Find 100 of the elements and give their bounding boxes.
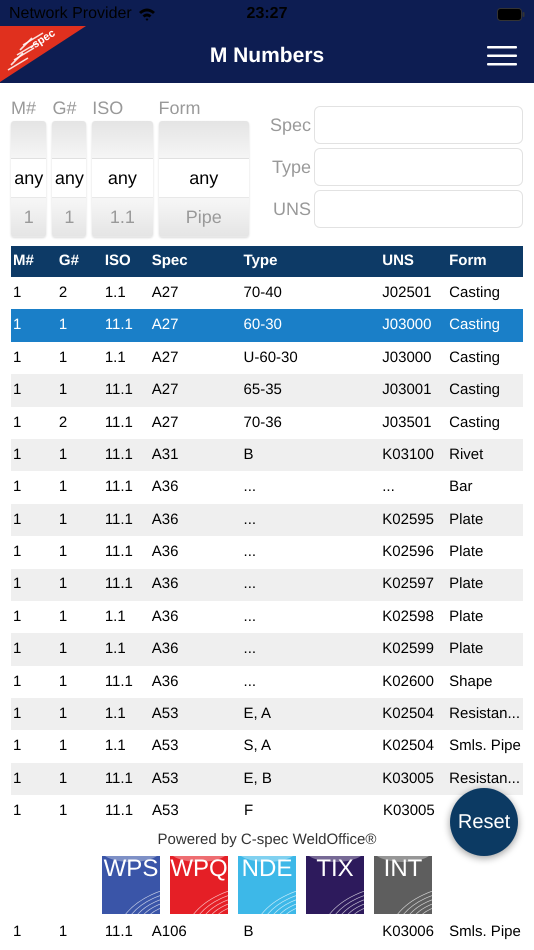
table-cell-text: 1 xyxy=(58,606,68,627)
table-cell-text: 1 xyxy=(13,736,22,756)
table-cell-text: A27 xyxy=(152,348,180,368)
column-header[interactable]: Type xyxy=(244,250,382,273)
table-cell-text: 1.1 xyxy=(104,639,127,660)
picker-option[interactable]: any xyxy=(92,159,153,198)
picker-label: Form xyxy=(158,97,202,120)
app-tile[interactable]: TIX xyxy=(306,856,364,914)
table-row[interactable]: 1 1 11.1 A36 ... K02597 Plate xyxy=(11,568,523,601)
table-row[interactable]: 1 1 11.1 A36 ... K02595 Plate xyxy=(11,504,523,536)
table-cell-text: 1 xyxy=(58,510,68,530)
table-cell-text: 70-36 xyxy=(244,412,283,432)
table-cell-text: Resistan... xyxy=(449,768,522,789)
picker-option[interactable]: any xyxy=(52,159,86,198)
table-cell-text: 1 xyxy=(58,672,68,692)
input-field[interactable] xyxy=(314,106,523,144)
table-row[interactable]: 1 1 11.1 A53 E, B K03005 Resistan... xyxy=(11,762,523,796)
picker-option[interactable]: any xyxy=(11,159,46,198)
input-field[interactable] xyxy=(314,148,523,186)
column-header[interactable]: G# xyxy=(58,250,105,273)
table-row[interactable]: 1 1 11.1 A27 65-35 J03001 Casting xyxy=(11,374,523,407)
battery-icon xyxy=(497,8,525,20)
picker-wheel[interactable]: any 1.1 xyxy=(92,121,153,237)
picker-wheel[interactable]: any 1 xyxy=(52,121,86,237)
table-cell-text: 1 xyxy=(13,315,22,336)
table-cell-text: 60-30 xyxy=(244,315,283,336)
tile-label: WPQ xyxy=(170,856,228,882)
table-cell-text: Plate xyxy=(449,510,484,530)
app-tile[interactable]: WPQ xyxy=(170,856,228,914)
table-cell-text: J03001 xyxy=(382,380,432,400)
table-row[interactable]: 1 1 11.1 A27 60-30 J03000 Casting xyxy=(11,309,523,342)
table-cell-text: 11.1 xyxy=(104,768,134,789)
table-cell-text: J02501 xyxy=(382,282,432,303)
table-cell-text: K02598 xyxy=(382,606,435,627)
table-cell-text: A36 xyxy=(152,510,180,530)
picker-wheel[interactable]: any Pipe xyxy=(158,121,249,237)
field-label: Type xyxy=(270,156,311,179)
clock-text: 23:27 xyxy=(246,4,288,24)
table-cell-text: ... xyxy=(244,606,258,627)
picker-option[interactable]: any xyxy=(158,159,249,198)
column-header[interactable]: Form xyxy=(449,250,523,273)
table-cell-text: A36 xyxy=(152,574,180,594)
table-cell-text: Casting xyxy=(449,348,501,368)
table-cell-text: Plate xyxy=(449,574,484,594)
table-row[interactable]: 1 1 1.1 A53 E, A K02504 Resistan... xyxy=(11,698,523,730)
table-cell-text: 11.1 xyxy=(105,801,134,822)
picker-wheel[interactable]: any 1 xyxy=(11,121,46,237)
table-cell-text: K02599 xyxy=(382,639,435,660)
table-cell-text: K02504 xyxy=(382,704,435,724)
app-tile[interactable]: WPS xyxy=(102,856,160,914)
table-cell-text: K02596 xyxy=(382,542,435,562)
app-tile[interactable]: INT xyxy=(374,856,432,914)
table-cell-text: ... xyxy=(244,542,258,562)
column-header[interactable]: M# xyxy=(13,250,59,273)
table-cell-text: 2 xyxy=(58,282,68,303)
table-cell-text: Casting xyxy=(449,412,501,432)
table-cell-text: Casting xyxy=(449,282,501,303)
table-cell-text: S, A xyxy=(244,736,272,756)
table-cell-text: 1 xyxy=(13,477,22,498)
table-cell-text: 1 xyxy=(58,542,68,562)
table-cell-text: 1.1 xyxy=(104,348,127,368)
table-cell-text: 11.1 xyxy=(104,542,134,562)
table-cell-text: A53 xyxy=(152,768,180,789)
table-cell-text: E, A xyxy=(244,704,272,724)
logo-drawing[interactable] xyxy=(0,26,86,82)
table-cell-text: 11.1 xyxy=(104,477,134,498)
table-cell-text: A27 xyxy=(152,412,180,432)
table-cell-text: U-60-30 xyxy=(244,348,299,368)
table-cell-text: 65-35 xyxy=(244,380,283,400)
table-cell-text: 1 xyxy=(13,672,22,692)
tile-label: INT xyxy=(382,856,424,882)
table-cell-text: 1 xyxy=(13,542,22,562)
table-cell-text: Shape xyxy=(449,672,494,692)
table-cell-text: A53 xyxy=(152,736,180,756)
table-cell-text: 1 xyxy=(58,444,68,465)
table-cell-text: A106 xyxy=(152,922,188,942)
table-cell-text: 1 xyxy=(58,639,68,660)
table-cell-text: ... xyxy=(244,510,258,530)
table-cell-text: K03005 xyxy=(383,801,436,822)
table-cell-text: J03501 xyxy=(382,412,432,432)
table-row[interactable]: 1 1 11.1 A31 B K03100 Rivet xyxy=(11,438,523,472)
table-cell-text: 1 xyxy=(13,282,22,303)
input-field[interactable] xyxy=(314,190,523,228)
table-cell-text: ... xyxy=(382,477,396,498)
column-header[interactable]: UNS xyxy=(382,250,450,273)
table-cell-text: 1 xyxy=(58,574,68,594)
table-cell-text: B xyxy=(244,922,255,942)
menu-icon[interactable] xyxy=(487,46,517,66)
table-row[interactable]: 1 1 1.1 A36 ... K02599 Plate xyxy=(11,633,523,666)
table-cell-text: 2 xyxy=(58,412,68,432)
table-cell-text: 1 xyxy=(13,606,22,627)
column-header[interactable]: ISO xyxy=(104,250,152,273)
column-header[interactable]: Spec xyxy=(152,250,244,273)
logo-text: -spec xyxy=(26,26,59,55)
table-cell-text: B xyxy=(244,444,255,465)
table-cell-text: 1 xyxy=(58,348,68,368)
table-cell-text: 1 xyxy=(13,574,22,594)
table-cell-text: K02597 xyxy=(382,574,435,594)
table-cell-text: 11.1 xyxy=(104,444,134,465)
table-cell-text: 70-40 xyxy=(244,282,283,303)
